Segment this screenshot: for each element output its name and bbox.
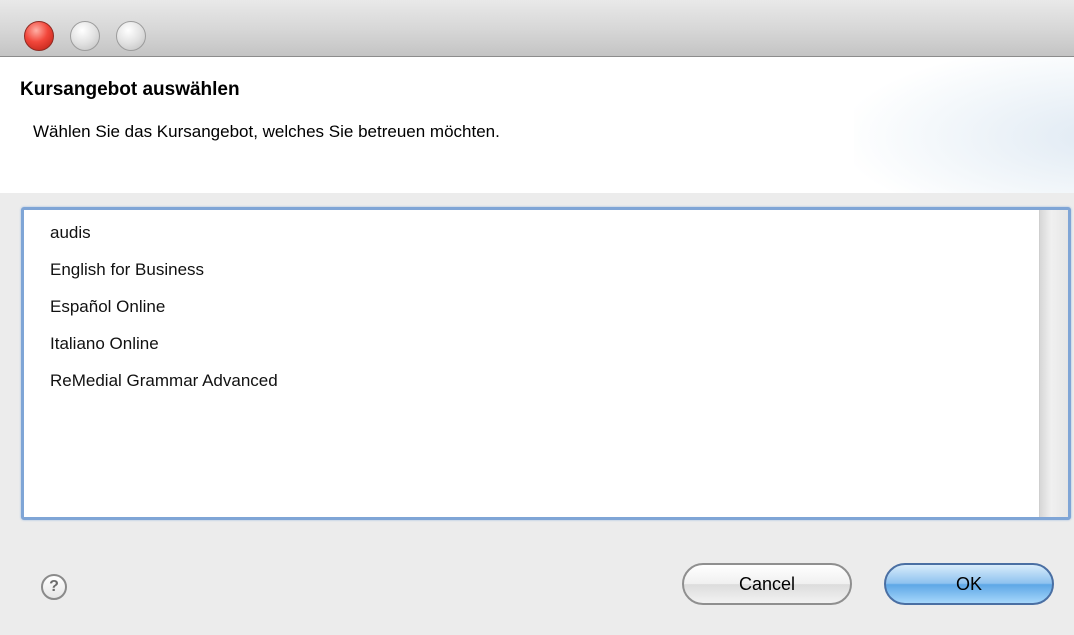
cancel-button[interactable]: Cancel — [682, 563, 852, 605]
list-item[interactable]: ReMedial Grammar Advanced — [50, 362, 278, 399]
header-decoration — [854, 57, 1074, 193]
help-icon[interactable]: ? — [41, 574, 67, 600]
dialog-title: Kursangebot auswählen — [20, 79, 240, 100]
list-item[interactable]: Español Online — [50, 288, 278, 325]
course-list-items: audis English for Business Español Onlin… — [50, 214, 278, 399]
dialog-description: Wählen Sie das Kursangebot, welches Sie … — [33, 122, 500, 141]
list-item[interactable]: English for Business — [50, 251, 278, 288]
title-bar[interactable] — [0, 0, 1074, 57]
list-scrollbar[interactable] — [1039, 210, 1068, 517]
dialog-header: Kursangebot auswählen Wählen Sie das Kur… — [0, 57, 1074, 193]
course-list[interactable]: audis English for Business Español Onlin… — [21, 207, 1071, 520]
list-item[interactable]: Italiano Online — [50, 325, 278, 362]
ok-button[interactable]: OK — [884, 563, 1054, 605]
window-close-button[interactable] — [24, 21, 54, 51]
window-minimize-button[interactable] — [70, 21, 100, 51]
window-zoom-button[interactable] — [116, 21, 146, 51]
list-item[interactable]: audis — [50, 214, 278, 251]
